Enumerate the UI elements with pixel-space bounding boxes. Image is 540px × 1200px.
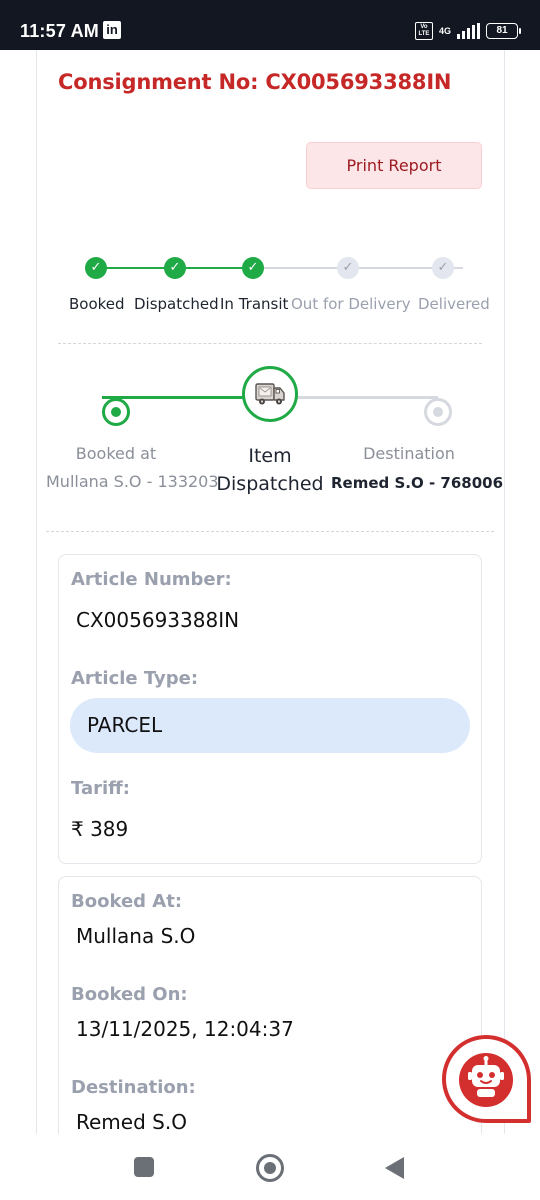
step-label-booked: Booked	[69, 295, 125, 313]
step-label-out-for-delivery: Out for Delivery	[291, 295, 411, 313]
status-indicators: Vo LTE 4G 81	[414, 20, 521, 42]
route-line-pending	[296, 396, 438, 399]
booked-at-label: Booked At:	[71, 891, 183, 912]
tariff-value: ₹ 389	[71, 817, 129, 841]
origin-node	[102, 398, 130, 426]
main-content[interactable]: Consignment No: CX005693388IN Print Repo…	[0, 50, 540, 1134]
network-type: 4G	[438, 25, 451, 36]
step-connector	[264, 267, 339, 269]
check-icon: ✓	[164, 257, 186, 279]
step-connector	[359, 267, 433, 269]
step-connector	[186, 267, 244, 269]
signal-icon	[457, 23, 480, 39]
progress-stepper: ✓ ✓ ✓ ✓ ✓ Booked Dispatched In Transit O…	[60, 250, 490, 320]
destination-label: Destination:	[71, 1077, 196, 1098]
origin-office: Mullana S.O - 133203	[46, 472, 219, 491]
status-time: 11:57 AM	[20, 21, 99, 41]
article-type-value: PARCEL	[70, 698, 470, 753]
consignment-title: Consignment No: CX005693388IN	[58, 70, 452, 94]
chatbot-button[interactable]	[440, 1034, 532, 1126]
article-number-value: CX005693388IN	[76, 608, 240, 632]
destination-caption: Destination	[363, 444, 455, 463]
step-label-in-transit: In Transit	[220, 295, 289, 313]
home-icon[interactable]	[256, 1154, 284, 1182]
check-icon: ✓	[432, 257, 454, 279]
article-number-label: Article Number:	[71, 569, 232, 590]
booked-on-value: 13/11/2025, 12:04:37	[76, 1017, 294, 1041]
route-line-done	[102, 396, 244, 399]
check-icon: ✓	[337, 257, 359, 279]
step-connector	[106, 267, 166, 269]
tariff-label: Tariff:	[71, 778, 130, 799]
destination-office: Remed S.O - 768006	[331, 474, 504, 492]
booked-on-label: Booked On:	[71, 984, 188, 1005]
current-status: Item Dispatched	[216, 445, 324, 495]
back-icon[interactable]	[385, 1157, 404, 1179]
article-card: Article Number: CX005693388IN Article Ty…	[58, 554, 482, 864]
status-bar: 11:57 AM in Vo LTE 4G 81	[0, 0, 540, 50]
truck-icon	[242, 366, 298, 422]
step-connector	[453, 267, 463, 269]
linkedin-icon: in	[103, 21, 121, 39]
battery-icon: 81	[486, 23, 521, 39]
destination-node	[424, 398, 452, 426]
print-report-button[interactable]: Print Report	[306, 142, 482, 189]
recents-icon[interactable]	[134, 1157, 154, 1177]
origin-caption: Booked at	[75, 444, 157, 463]
divider	[58, 343, 482, 344]
destination-value: Remed S.O	[76, 1110, 187, 1134]
booking-card: Booked At: Mullana S.O Booked On: 13/11/…	[58, 876, 482, 1134]
divider	[46, 531, 494, 532]
system-nav-bar	[0, 1134, 540, 1200]
article-type-label: Article Type:	[71, 668, 199, 689]
step-label-delivered: Delivered	[418, 295, 490, 313]
step-label-dispatched: Dispatched	[134, 295, 219, 313]
check-icon: ✓	[85, 257, 107, 279]
volte-icon: Vo LTE	[414, 22, 433, 40]
route-tracker: Booked at Mullana S.O - 133203 Item Disp…	[46, 360, 503, 510]
booked-at-value: Mullana S.O	[76, 924, 196, 948]
check-icon: ✓	[242, 257, 264, 279]
